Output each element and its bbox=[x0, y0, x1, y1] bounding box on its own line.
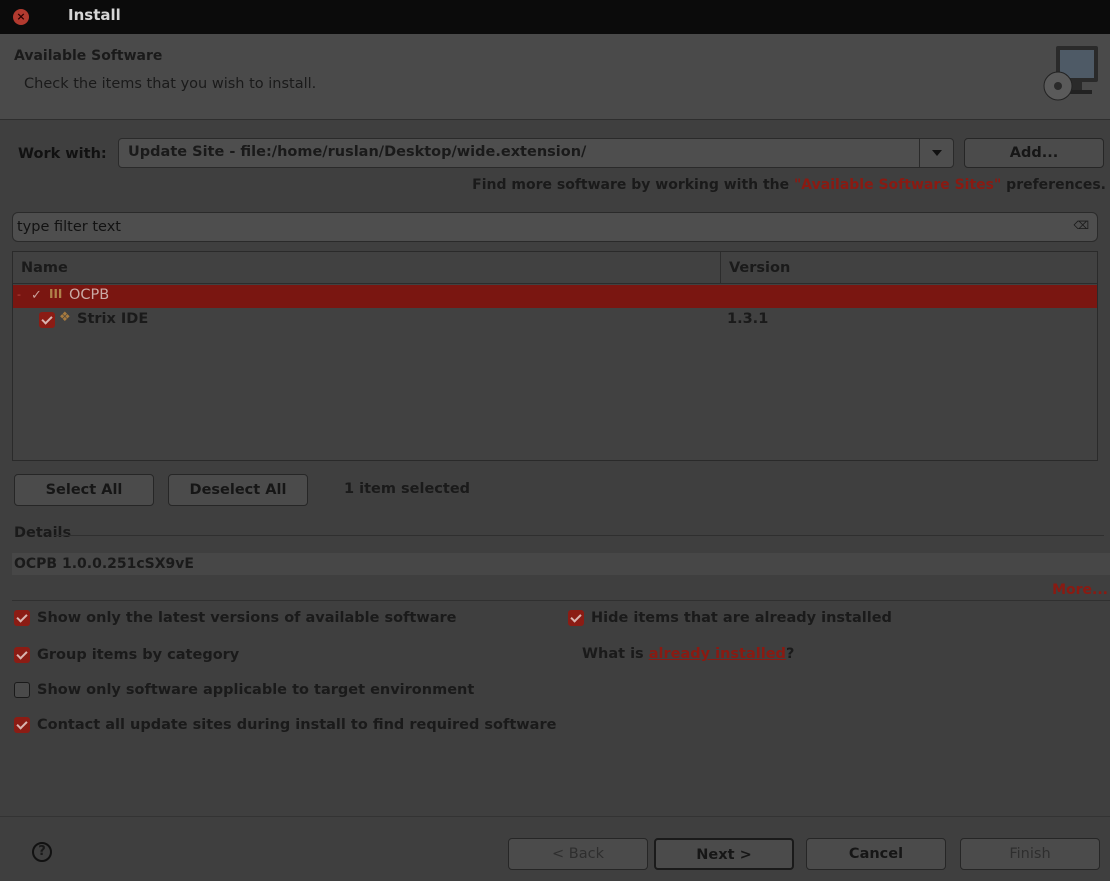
banner-description: Check the items that you wish to install… bbox=[24, 76, 317, 92]
checkbox-contact[interactable] bbox=[14, 717, 30, 733]
option-group-category[interactable]: Group items by category bbox=[14, 647, 239, 663]
checked-icon[interactable]: ✓ bbox=[31, 288, 42, 303]
what-installed-text: What is already installed? bbox=[582, 646, 795, 662]
work-with-label: Work with: bbox=[18, 146, 107, 162]
checkbox-group[interactable] bbox=[14, 647, 30, 663]
details-legend: Details bbox=[14, 525, 72, 541]
row-version: 1.3.1 bbox=[727, 311, 769, 327]
title-bar: × Install bbox=[0, 0, 1110, 34]
work-with-value: Update Site - file:/home/ruslan/Desktop/… bbox=[128, 144, 587, 160]
table-row[interactable]: ❖ Strix IDE 1.3.1 bbox=[13, 309, 1097, 333]
option-hide-installed[interactable]: Hide items that are already installed bbox=[568, 610, 892, 626]
banner-title: Available Software bbox=[14, 48, 163, 64]
filter-placeholder: type filter text bbox=[17, 219, 121, 235]
option-latest-versions[interactable]: Show only the latest versions of availab… bbox=[14, 610, 457, 626]
details-separator bbox=[12, 600, 1110, 601]
window-title: Install bbox=[68, 6, 121, 24]
column-header-name[interactable]: Name bbox=[13, 252, 721, 284]
option-target-environment[interactable]: Show only software applicable to target … bbox=[14, 682, 474, 698]
footer-separator bbox=[0, 816, 1110, 817]
checkbox-hide-installed[interactable] bbox=[568, 610, 584, 626]
deselect-all-button[interactable]: Deselect All bbox=[168, 474, 308, 506]
feature-icon: ❖ bbox=[59, 310, 71, 325]
chevron-down-icon[interactable] bbox=[919, 139, 953, 167]
back-button[interactable]: < Back bbox=[508, 838, 648, 870]
clear-filter-icon[interactable]: ⌫ bbox=[1073, 219, 1089, 232]
details-divider bbox=[54, 535, 1104, 536]
checkbox-target[interactable] bbox=[14, 682, 30, 698]
column-header-version[interactable]: Version bbox=[721, 252, 1097, 284]
software-table: Name Version - ✓ III OCPB ❖ Strix IDE 1.… bbox=[12, 251, 1098, 461]
details-text: OCPB 1.0.0.251cSX9vE bbox=[12, 553, 1110, 575]
checkbox-latest[interactable] bbox=[14, 610, 30, 626]
row-name: OCPB bbox=[69, 287, 110, 303]
row-checkbox[interactable] bbox=[39, 312, 55, 328]
next-button[interactable]: Next > bbox=[654, 838, 794, 870]
filter-input[interactable]: type filter text ⌫ bbox=[12, 212, 1098, 242]
expand-icon[interactable]: - bbox=[17, 288, 21, 301]
row-name: Strix IDE bbox=[77, 311, 149, 327]
finish-button[interactable]: Finish bbox=[960, 838, 1100, 870]
already-installed-link[interactable]: already installed bbox=[649, 646, 786, 662]
category-icon: III bbox=[49, 287, 63, 301]
wizard-banner: Available Software Check the items that … bbox=[0, 34, 1110, 120]
monitor-cd-icon bbox=[1043, 46, 1098, 101]
work-with-combo[interactable]: Update Site - file:/home/ruslan/Desktop/… bbox=[118, 138, 954, 168]
software-sites-hint: Find more software by working with the "… bbox=[472, 177, 1106, 193]
table-row[interactable]: - ✓ III OCPB bbox=[13, 285, 1097, 308]
select-all-button[interactable]: Select All bbox=[14, 474, 154, 506]
close-icon[interactable]: × bbox=[13, 9, 29, 25]
selection-status: 1 item selected bbox=[344, 481, 471, 497]
cancel-button[interactable]: Cancel bbox=[806, 838, 946, 870]
add-button[interactable]: Add... bbox=[964, 138, 1104, 168]
more-link[interactable]: More... bbox=[1052, 582, 1108, 598]
help-icon[interactable]: ? bbox=[32, 842, 52, 862]
available-software-sites-link[interactable]: "Available Software Sites" bbox=[794, 177, 1001, 193]
option-contact-sites[interactable]: Contact all update sites during install … bbox=[14, 717, 556, 733]
